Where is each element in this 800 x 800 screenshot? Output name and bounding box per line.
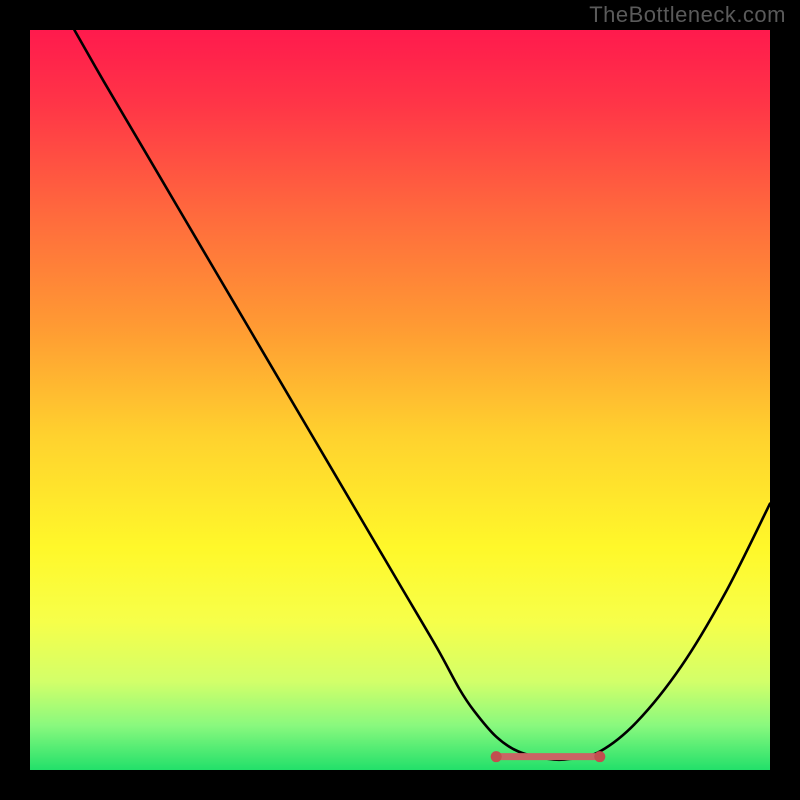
watermark-text: TheBottleneck.com — [589, 2, 786, 28]
optimal-flat-dot-right — [594, 751, 605, 762]
plot-area — [30, 30, 770, 770]
gradient-background — [30, 30, 770, 770]
optimal-flat-dot-left — [491, 751, 502, 762]
bottleneck-chart — [30, 30, 770, 770]
chart-frame: TheBottleneck.com — [0, 0, 800, 800]
